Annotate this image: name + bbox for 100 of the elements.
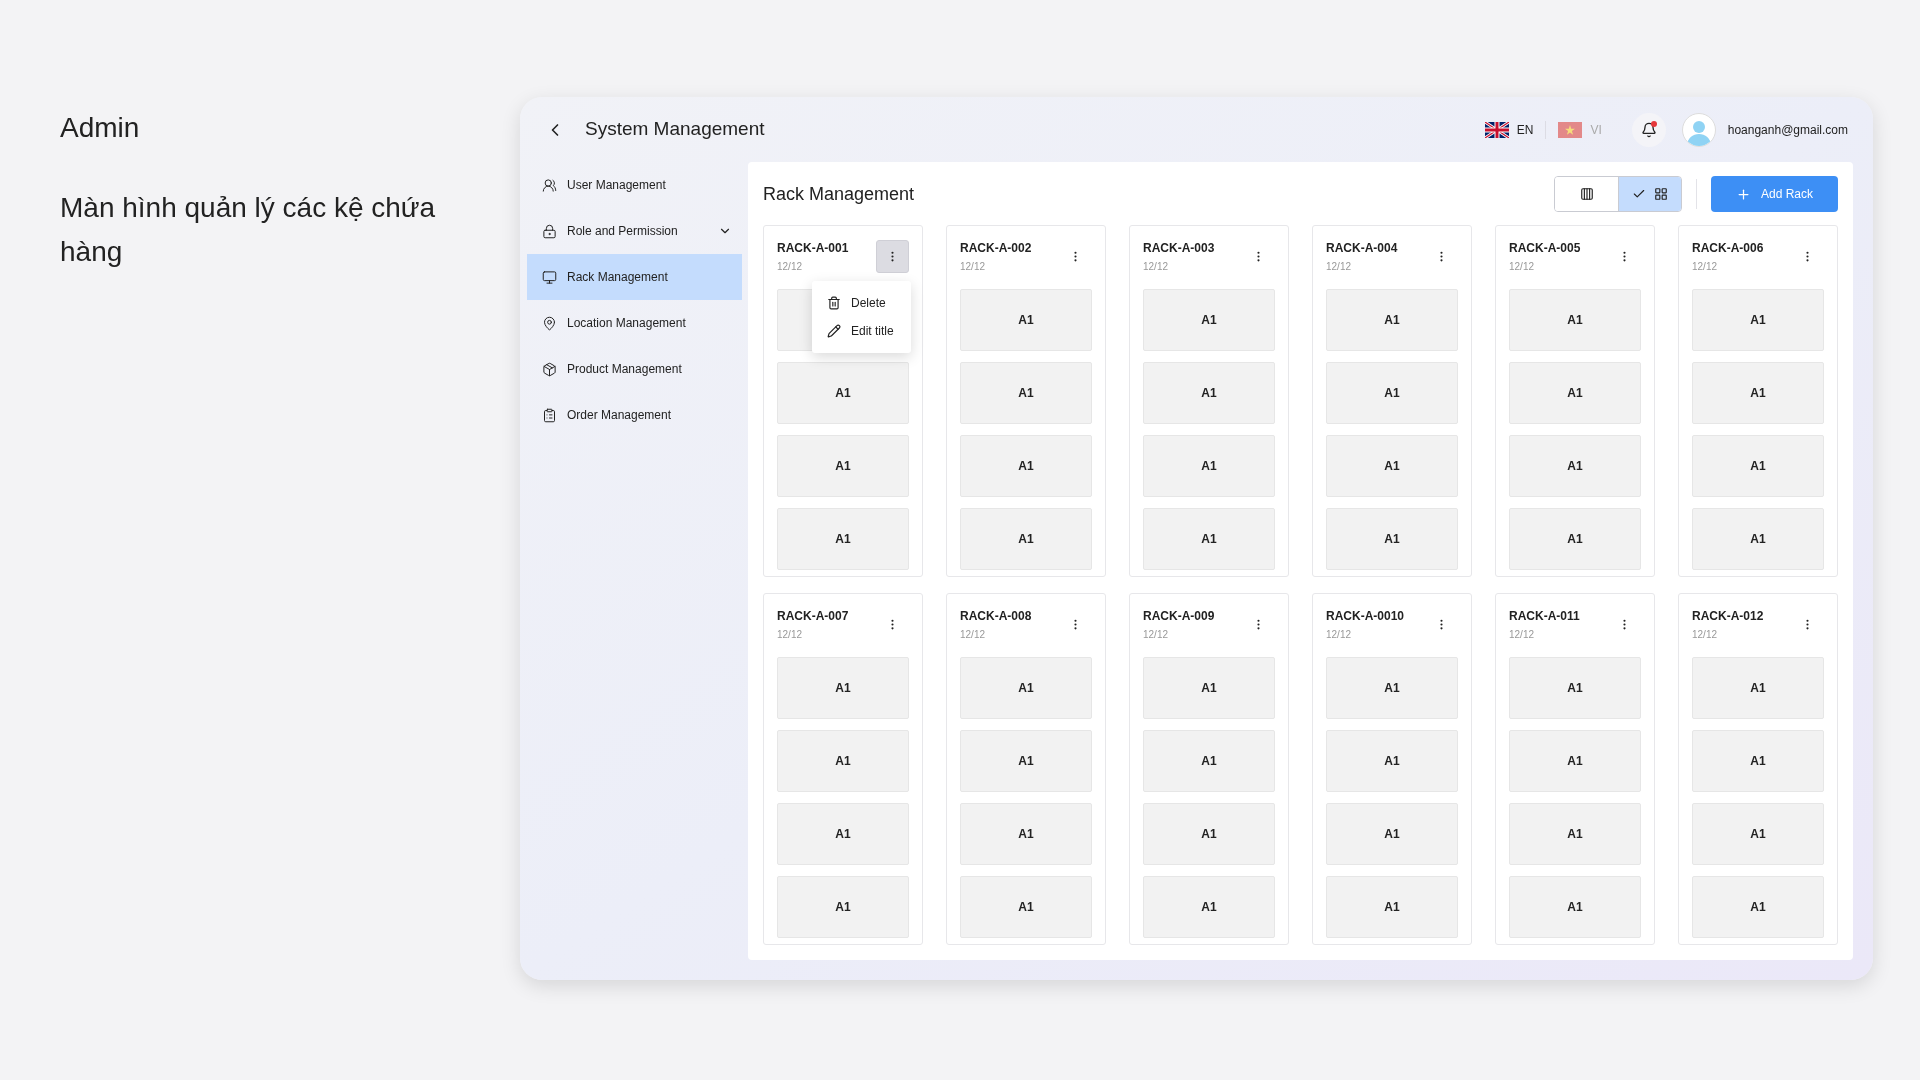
sidebar-item[interactable]: Rack Management: [527, 254, 742, 300]
rack-slot[interactable]: A1: [1326, 289, 1458, 351]
rack-name: RACK-A-011: [1509, 608, 1580, 624]
rack-slot[interactable]: A1: [1692, 876, 1824, 938]
plus-icon: [1736, 186, 1751, 202]
rack-count: 12/12: [1509, 260, 1536, 274]
window-title: System Management: [585, 117, 765, 142]
uk-flag-icon: [1484, 121, 1509, 138]
rack-slot[interactable]: A1: [777, 508, 909, 570]
rack-slot[interactable]: A1: [1326, 362, 1458, 424]
clipboard-icon: [542, 407, 557, 423]
sidebar-item[interactable]: Order Management: [527, 392, 742, 438]
rack-slot[interactable]: A1: [1692, 508, 1824, 570]
rack-slot[interactable]: A1: [1326, 876, 1458, 938]
bell-icon: [1640, 121, 1657, 138]
rack-slot[interactable]: A1: [1326, 508, 1458, 570]
rack-name: RACK-A-009: [1143, 608, 1215, 624]
rack-count: 12/12: [1326, 260, 1353, 274]
rack-slot[interactable]: A1: [960, 730, 1092, 792]
rack-slot[interactable]: A1: [1143, 803, 1275, 865]
rack-slot[interactable]: A1: [1509, 730, 1641, 792]
page-description: Màn hình quản lý các kệ chứa hàng: [60, 191, 437, 269]
rack-slot[interactable]: A1: [1692, 289, 1824, 351]
rack-slot[interactable]: A1: [777, 803, 909, 865]
monitor-icon: [542, 269, 557, 285]
user-email: hoanganh@gmail.com: [1727, 121, 1848, 139]
rack-count: 12/12: [777, 260, 804, 274]
sidebar-item[interactable]: User Management: [527, 162, 742, 208]
rack-slot[interactable]: A1: [1509, 876, 1641, 938]
rack-slot[interactable]: A1: [777, 362, 909, 424]
rack-slot[interactable]: A1: [1326, 657, 1458, 719]
box-icon: [542, 361, 557, 377]
menu-item[interactable]: Delete: [812, 289, 911, 317]
rack-slot[interactable]: A1: [960, 508, 1092, 570]
trash-icon: [827, 296, 841, 310]
rack-slot[interactable]: A1: [1143, 289, 1275, 351]
menu-item[interactable]: Edit title: [812, 317, 911, 345]
rack-slot[interactable]: A1: [1509, 508, 1641, 570]
rack-count: 12/12: [960, 628, 987, 642]
rack-count: 12/12: [960, 260, 987, 274]
columns-icon: [1579, 187, 1594, 201]
rack-name: RACK-A-001: [777, 240, 849, 256]
users-icon: [542, 177, 557, 193]
rack-count: 12/12: [1143, 628, 1170, 642]
rack-slot[interactable]: A1: [1692, 803, 1824, 865]
rack-slot[interactable]: A1: [1509, 657, 1641, 719]
rack-slot[interactable]: A1: [1326, 435, 1458, 497]
sidebar-item[interactable]: Location Management: [527, 300, 742, 346]
rack-slot[interactable]: A1: [777, 876, 909, 938]
rack-slot[interactable]: A1: [777, 657, 909, 719]
rack-count: 12/12: [1692, 628, 1719, 642]
pin-icon: [542, 315, 557, 331]
rack-slot[interactable]: A1: [960, 876, 1092, 938]
more-button[interactable]: [876, 240, 909, 273]
rack-name: RACK-A-003: [1143, 240, 1215, 256]
rack-slot[interactable]: A1: [1692, 730, 1824, 792]
grid-icon: [1654, 187, 1668, 201]
rack-count: 12/12: [1509, 628, 1536, 642]
rack-count: 12/12: [777, 628, 804, 642]
rack-name: RACK-A-012: [1692, 608, 1764, 624]
rack-slot[interactable]: A1: [1326, 730, 1458, 792]
language-option[interactable]: EN: [1478, 120, 1540, 139]
rack-slot[interactable]: A1: [1143, 508, 1275, 570]
rack-name: RACK-A-0010: [1326, 608, 1405, 624]
rack-slot[interactable]: A1: [1692, 435, 1824, 497]
rack-slot[interactable]: A1: [960, 435, 1092, 497]
rack-slot[interactable]: A1: [1692, 362, 1824, 424]
rack-name: RACK-A-002: [960, 240, 1032, 256]
rack-name: RACK-A-004: [1326, 240, 1398, 256]
rack-slot[interactable]: A1: [1509, 435, 1641, 497]
rack-slot[interactable]: A1: [1509, 803, 1641, 865]
check-icon: [1632, 187, 1646, 201]
sidebar-item[interactable]: Role and Permission: [527, 208, 742, 254]
rack-slot[interactable]: A1: [1143, 876, 1275, 938]
rack-slot[interactable]: A1: [1143, 657, 1275, 719]
sidebar-item[interactable]: Product Management: [527, 346, 742, 392]
avatar-icon[interactable]: [1681, 112, 1716, 147]
page-title: Admin: [60, 111, 141, 145]
grid-view-button[interactable]: [1618, 177, 1681, 211]
rack-slot[interactable]: A1: [1509, 289, 1641, 351]
rack-name: RACK-A-008: [960, 608, 1032, 624]
rack-slot[interactable]: A1: [960, 289, 1092, 351]
vn-flag-icon: [1558, 121, 1583, 138]
rack-slot[interactable]: A1: [1509, 362, 1641, 424]
rack-count: 12/12: [1326, 628, 1353, 642]
notification-button[interactable]: [1631, 112, 1666, 147]
rack-slot[interactable]: A1: [777, 435, 909, 497]
rack-slot[interactable]: A1: [777, 730, 909, 792]
lock-icon: [542, 223, 557, 239]
rack-slot[interactable]: A1: [960, 362, 1092, 424]
rack-slot[interactable]: A1: [1143, 362, 1275, 424]
rack-slot[interactable]: A1: [1692, 657, 1824, 719]
rack-count: 12/12: [1692, 260, 1719, 274]
rack-slot[interactable]: A1: [1143, 730, 1275, 792]
rack-slot[interactable]: A1: [1326, 803, 1458, 865]
rack-slot[interactable]: A1: [960, 803, 1092, 865]
rack-slot[interactable]: A1: [1143, 435, 1275, 497]
pencil-icon: [827, 324, 841, 338]
rack-count: 12/12: [1143, 260, 1170, 274]
rack-slot[interactable]: A1: [960, 657, 1092, 719]
